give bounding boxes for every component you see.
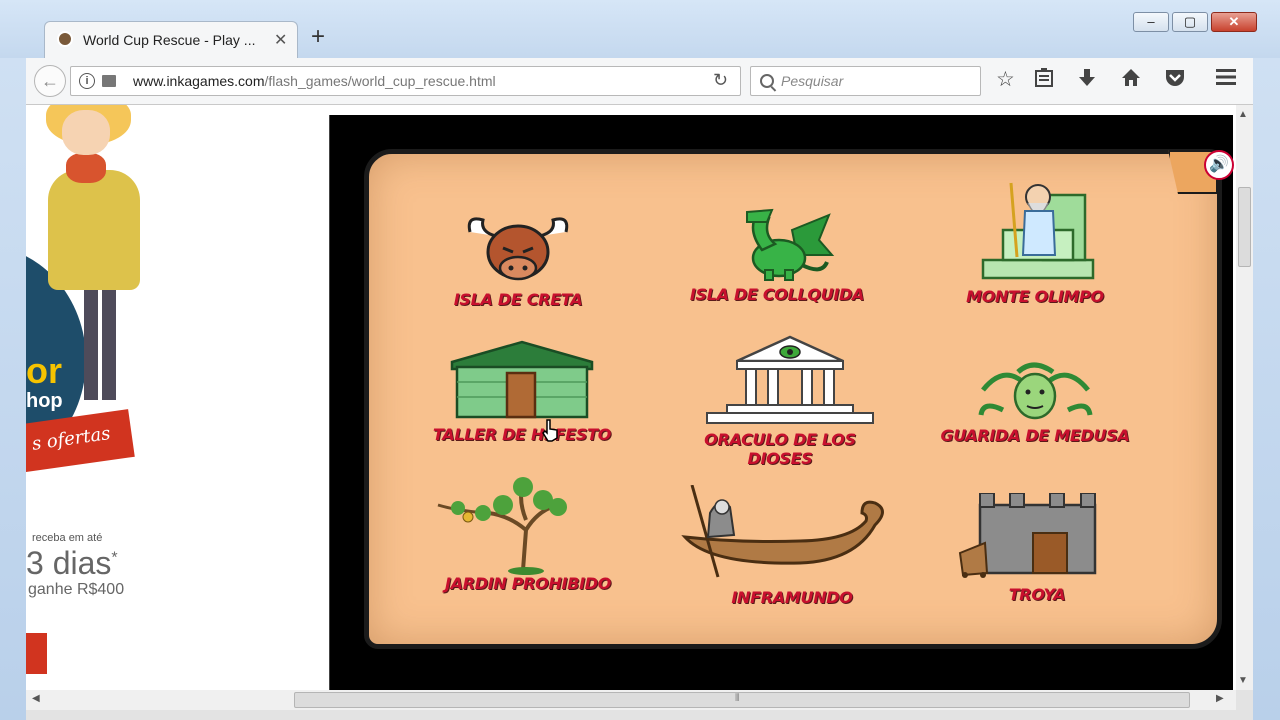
location-label: JARDIN PROHIBIDO <box>444 574 612 593</box>
ad-small-text: receba em até <box>32 532 103 544</box>
location-label: ISLA DE COLLQUIDA <box>689 285 865 304</box>
scroll-up-icon[interactable]: ▲ <box>1238 109 1248 120</box>
location-isla-de-creta[interactable]: ISLA DE CRETA <box>418 210 618 320</box>
location-taller-de-hefesto[interactable]: TALLER DE HEFESTO <box>422 337 622 447</box>
ad-ganhe-text: ganhe R$400 <box>28 581 125 598</box>
window-close-button[interactable]: ✕ <box>1211 12 1257 32</box>
home-svg <box>1122 69 1140 86</box>
horizontal-scroll-thumb[interactable]: ⦀ <box>294 692 1190 708</box>
castle-icon <box>958 493 1097 578</box>
ad-banner[interactable]: or hop s ofertas receba em até 3 dias* g… <box>26 105 326 690</box>
ad-shop-text: hop <box>26 390 63 412</box>
location-label: MONTE OLIMPO <box>966 287 1104 306</box>
search-placeholder: Pesquisar <box>781 73 844 89</box>
pocket-svg <box>1166 70 1184 86</box>
pocket-icon[interactable] <box>1164 68 1186 94</box>
new-tab-button[interactable]: + <box>311 25 325 49</box>
menu-icon[interactable] <box>1216 68 1236 92</box>
ad-woman-face <box>62 110 110 155</box>
navigation-toolbar: ← i www.inkagames.com/flash_games/world_… <box>26 58 1253 105</box>
window-minimize-button[interactable]: – <box>1133 12 1169 32</box>
reload-icon[interactable]: ↻ <box>713 70 728 91</box>
reading-list-icon[interactable] <box>1035 68 1053 94</box>
window-frame-right <box>1253 58 1280 720</box>
close-icon: ✕ <box>1228 14 1240 29</box>
home-icon[interactable] <box>1121 68 1141 94</box>
ad-woman-scarf <box>66 153 106 183</box>
location-isla-de-collquida[interactable]: ISLA DE COLLQUIDA <box>677 200 877 315</box>
menu-svg <box>1216 69 1236 85</box>
hand-cursor-icon <box>542 419 558 442</box>
maximize-icon: ▢ <box>1183 14 1197 29</box>
window-maximize-button[interactable]: ▢ <box>1172 12 1208 32</box>
location-oraculo-de-los-dioses[interactable]: ORACULO DE LOS DIOSES <box>680 333 880 468</box>
horizontal-scrollbar[interactable]: ◀ ⦀ ▶ <box>26 690 1236 710</box>
tab-title: World Cup Rescue - Play ... <box>83 32 256 48</box>
medusa-icon <box>978 362 1093 420</box>
ad-offers-text: s ofertas <box>30 422 112 455</box>
search-icon <box>760 74 774 88</box>
location-label: ORACULO DE LOS DIOSES <box>704 430 856 468</box>
sound-button[interactable]: 🔊 <box>1204 150 1234 180</box>
window-titlebar: World Cup Rescue - Play ... ✕ + – ▢ ✕ <box>0 0 1280 58</box>
workshop-hut-icon <box>450 340 594 419</box>
window-frame-left <box>0 58 26 720</box>
vertical-scroll-thumb[interactable] <box>1238 187 1251 267</box>
speaker-icon: 🔊 <box>1209 156 1229 173</box>
location-label: ISLA DE CRETA <box>453 290 583 309</box>
page-content: or hop s ofertas receba em até 3 dias* g… <box>26 105 1236 690</box>
ferry-boat-icon <box>681 485 884 578</box>
location-label: TROYA <box>1008 585 1066 604</box>
location-troya[interactable]: TROYA <box>937 493 1137 608</box>
ad-cta-button[interactable] <box>26 633 47 674</box>
url-path: /flash_games/world_cup_rescue.html <box>264 73 496 89</box>
dragon-icon <box>746 208 835 281</box>
scroll-down-icon[interactable]: ▼ <box>1238 675 1248 686</box>
ad-woman-leg <box>102 290 116 400</box>
vertical-scrollbar[interactable]: ▲ ▼ <box>1236 105 1253 690</box>
search-input[interactable]: Pesquisar <box>750 66 981 96</box>
bull-icon <box>467 217 569 281</box>
ad-days-mark: * <box>111 549 118 567</box>
page-icon <box>102 75 116 87</box>
star-icon[interactable]: ☆ <box>996 68 1015 92</box>
ad-headline: or <box>26 350 62 391</box>
tab-close-icon[interactable]: ✕ <box>274 30 287 50</box>
ad-woman-body <box>48 170 140 290</box>
reading-list-svg <box>1035 68 1053 87</box>
location-guarida-de-medusa[interactable]: GUARIDA DE MEDUSA <box>935 360 1135 450</box>
location-label: INFRAMUNDO <box>731 588 853 607</box>
back-button[interactable]: ← <box>34 65 66 97</box>
ad-days-text: 3 dias* <box>26 545 118 582</box>
zeus-throne-icon <box>981 182 1095 280</box>
ad-woman-leg <box>84 290 98 400</box>
game-canvas[interactable]: 🔊 ISLA DE CRETA ISLA DE COLLQUIDA MONTE … <box>329 115 1234 690</box>
download-svg <box>1079 69 1095 86</box>
back-arrow-icon: ← <box>41 71 59 91</box>
info-icon[interactable]: i <box>79 73 95 89</box>
location-monte-olimpo[interactable]: MONTE OLIMPO <box>935 175 1135 315</box>
location-inframundo[interactable]: INFRAMUNDO <box>681 485 892 610</box>
ad-days-value: 3 dias <box>26 545 112 581</box>
location-label: GUARIDA DE MEDUSA <box>940 426 1130 445</box>
minimize-icon: – <box>1147 14 1155 29</box>
temple-icon <box>706 335 874 424</box>
address-bar[interactable]: i www.inkagames.com/flash_games/world_cu… <box>70 66 741 96</box>
location-jardin-prohibido[interactable]: JARDIN PROHIBIDO <box>428 475 628 605</box>
tree-icon <box>437 477 567 575</box>
location-label: TALLER DE HEFESTO <box>432 425 612 444</box>
browser-tab[interactable]: World Cup Rescue - Play ... ✕ <box>44 21 298 58</box>
url-host: www.inkagames.com <box>133 73 265 89</box>
download-icon[interactable] <box>1078 68 1096 94</box>
scroll-grip-icon: ⦀ <box>735 693 740 704</box>
scroll-left-icon[interactable]: ◀ <box>32 693 40 704</box>
scroll-right-icon[interactable]: ▶ <box>1216 693 1224 704</box>
url-text[interactable]: www.inkagames.com/flash_games/world_cup_… <box>133 73 496 89</box>
site-favicon-icon <box>57 31 73 47</box>
